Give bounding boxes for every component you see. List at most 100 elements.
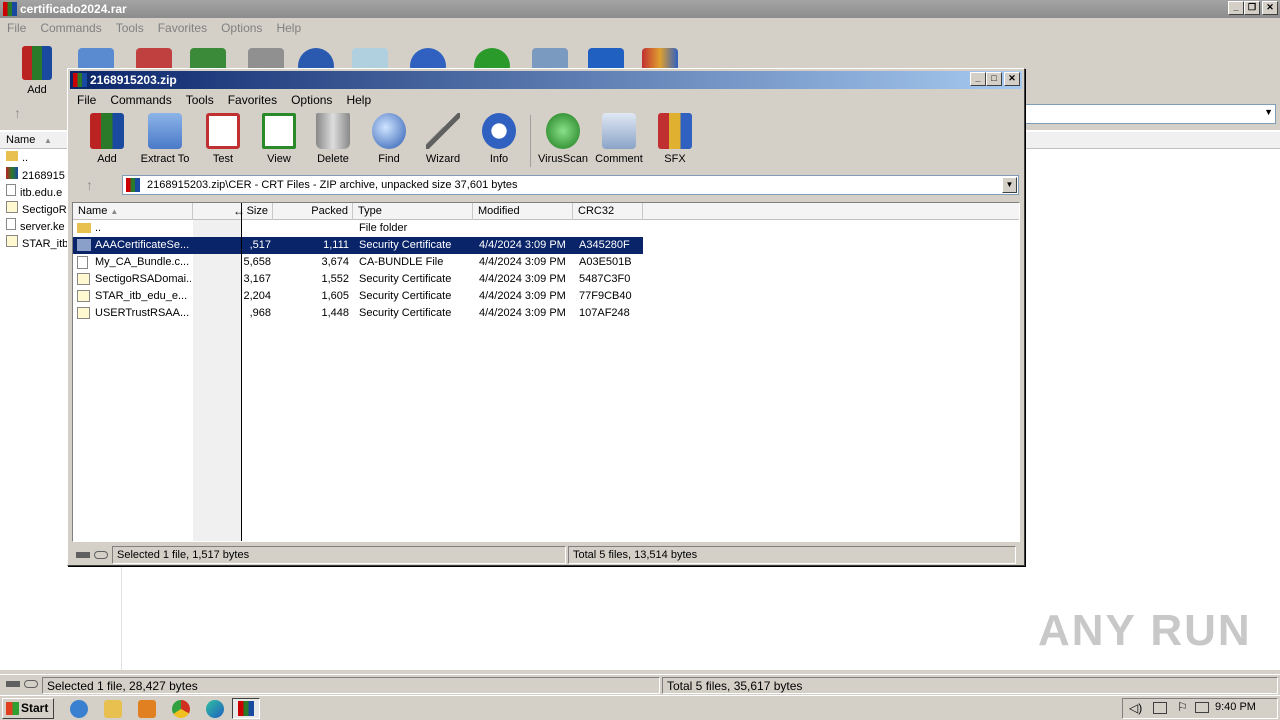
background-path-input[interactable]: ▼ bbox=[1020, 104, 1276, 124]
menu-options[interactable]: Options bbox=[214, 18, 269, 38]
taskbar: Start ◁) ⚐ 9:40 PM bbox=[0, 695, 1280, 720]
up-arrow-icon[interactable]: ↑ bbox=[86, 177, 93, 193]
row-type: Security Certificate bbox=[359, 273, 452, 285]
menu-help[interactable]: Help bbox=[339, 90, 378, 110]
maximize-button[interactable]: □ bbox=[986, 72, 1002, 86]
folder-icon bbox=[6, 151, 18, 161]
file-icon bbox=[6, 218, 16, 230]
column-resize-line bbox=[241, 203, 242, 541]
delete-button[interactable]: Delete bbox=[304, 113, 362, 165]
column-name-label: Name bbox=[78, 205, 108, 217]
archive-toolbar: Add Extract To Test View Delete Find Wiz… bbox=[70, 109, 1022, 173]
wizard-button[interactable]: Wizard bbox=[414, 113, 472, 165]
list-item[interactable]: itb.edu.e bbox=[6, 184, 62, 201]
column-modified[interactable]: Modified bbox=[473, 203, 573, 220]
clock[interactable]: 9:40 PM bbox=[1215, 701, 1256, 713]
row-crc: 77F9CB40 bbox=[579, 290, 632, 302]
table-row[interactable]: SectigoRSADomai... 3,167 1,552 Security … bbox=[73, 271, 643, 288]
info-button[interactable]: Info bbox=[470, 113, 528, 165]
table-row[interactable]: USERTrustRSAA... ,968 1,448 Security Cer… bbox=[73, 305, 643, 322]
row-name: SectigoRSADomai... bbox=[95, 273, 191, 285]
volume-icon[interactable]: ◁) bbox=[1129, 701, 1142, 715]
sfx-icon bbox=[658, 113, 692, 149]
row-crc: 5487C3F0 bbox=[579, 273, 631, 285]
list-item[interactable]: .. bbox=[6, 150, 28, 167]
ie-icon[interactable] bbox=[70, 700, 88, 718]
watermark-text: ANY RUN bbox=[1038, 606, 1252, 655]
list-item[interactable]: server.ke bbox=[6, 218, 65, 235]
view-label: View bbox=[267, 153, 291, 165]
chevron-down-icon[interactable]: ▼ bbox=[1264, 107, 1273, 117]
list-item[interactable]: 2168915 bbox=[6, 167, 65, 184]
extract-to-button[interactable]: Extract To bbox=[136, 113, 194, 165]
list-item-label: STAR_itb bbox=[22, 238, 69, 250]
media-player-icon[interactable] bbox=[138, 700, 156, 718]
table-row[interactable]: STAR_itb_edu_e... 2,204 1,605 Security C… bbox=[73, 288, 643, 305]
chrome-icon[interactable] bbox=[172, 700, 190, 718]
add-button[interactable]: Add bbox=[78, 113, 136, 165]
row-name: STAR_itb_edu_e... bbox=[95, 290, 188, 302]
up-arrow-icon[interactable]: ↑ bbox=[14, 105, 21, 121]
close-button[interactable]: ✕ bbox=[1004, 72, 1020, 86]
minimize-button[interactable]: _ bbox=[1228, 1, 1244, 15]
restore-button[interactable]: ❐ bbox=[1244, 1, 1260, 15]
key-icon bbox=[94, 551, 108, 559]
row-crc: A345280F bbox=[579, 239, 630, 251]
column-crc32[interactable]: CRC32 bbox=[573, 203, 643, 220]
column-name[interactable]: Name ▲ bbox=[73, 203, 193, 220]
archive-path-input[interactable]: 2168915203.zip\CER - CRT Files - ZIP arc… bbox=[122, 175, 1019, 195]
status-selected: Selected 1 file, 1,517 bytes bbox=[112, 546, 566, 564]
monitor-icon[interactable] bbox=[1195, 702, 1209, 713]
find-button[interactable]: Find bbox=[360, 113, 418, 165]
menu-file[interactable]: File bbox=[70, 90, 103, 110]
row-modified: 4/4/2024 3:09 PM bbox=[479, 273, 566, 285]
network-icon[interactable] bbox=[1153, 702, 1167, 714]
minimize-button[interactable]: _ bbox=[970, 72, 986, 86]
add-button[interactable]: Add bbox=[16, 46, 58, 96]
virusscan-button[interactable]: VirusScan bbox=[534, 113, 592, 165]
menu-options[interactable]: Options bbox=[284, 90, 339, 110]
virus-icon bbox=[546, 113, 580, 149]
table-row[interactable]: AAACertificateSe... ,517 1,111 Security … bbox=[73, 237, 643, 254]
comment-button[interactable]: Comment bbox=[590, 113, 648, 165]
menu-file[interactable]: File bbox=[0, 18, 33, 38]
view-button[interactable]: View bbox=[250, 113, 308, 165]
test-button[interactable]: Test bbox=[194, 113, 252, 165]
extract-folder-icon bbox=[148, 113, 182, 149]
column-packed[interactable]: Packed bbox=[273, 203, 353, 220]
row-name: AAACertificateSe... bbox=[95, 239, 190, 251]
zip-icon bbox=[126, 178, 140, 192]
menu-commands[interactable]: Commands bbox=[103, 90, 178, 110]
archive-window-titlebar[interactable]: 2168915203.zip _ □ ✕ bbox=[70, 71, 1022, 89]
menu-tools[interactable]: Tools bbox=[179, 90, 221, 110]
menu-commands[interactable]: Commands bbox=[33, 18, 108, 38]
menu-favorites[interactable]: Favorites bbox=[221, 90, 284, 110]
table-row[interactable]: .. File folder bbox=[73, 220, 643, 237]
edge-icon[interactable] bbox=[206, 700, 224, 718]
drive-icon bbox=[76, 552, 90, 558]
list-item-label: server.ke bbox=[20, 221, 65, 233]
start-button[interactable]: Start bbox=[2, 698, 54, 719]
table-row[interactable]: My_CA_Bundle.c... 5,658 3,674 CA-BUNDLE … bbox=[73, 254, 643, 271]
list-item[interactable]: STAR_itb bbox=[6, 235, 68, 252]
close-button[interactable]: ✕ bbox=[1262, 1, 1278, 15]
menu-tools[interactable]: Tools bbox=[109, 18, 151, 38]
winrar-task-button[interactable] bbox=[232, 698, 260, 719]
status-total: Total 5 files, 13,514 bytes bbox=[568, 546, 1016, 564]
menu-help[interactable]: Help bbox=[269, 18, 308, 38]
sfx-button[interactable]: SFX bbox=[646, 113, 704, 165]
certificate-icon bbox=[77, 305, 90, 325]
menu-favorites[interactable]: Favorites bbox=[151, 18, 214, 38]
explorer-icon[interactable] bbox=[104, 700, 122, 718]
wand-icon bbox=[426, 113, 460, 149]
sort-asc-icon: ▲ bbox=[110, 207, 119, 216]
column-type[interactable]: Type bbox=[353, 203, 473, 220]
chevron-down-icon[interactable]: ▼ bbox=[1002, 177, 1017, 193]
flag-icon[interactable]: ⚐ bbox=[1177, 700, 1188, 714]
row-type: Security Certificate bbox=[359, 239, 452, 251]
column-name-label[interactable]: Name bbox=[6, 134, 35, 146]
row-type: Security Certificate bbox=[359, 290, 452, 302]
list-item[interactable]: SectigoR bbox=[6, 201, 67, 218]
row-crc: A03E501B bbox=[579, 256, 632, 268]
resize-cursor-icon: ↔ bbox=[233, 204, 245, 218]
